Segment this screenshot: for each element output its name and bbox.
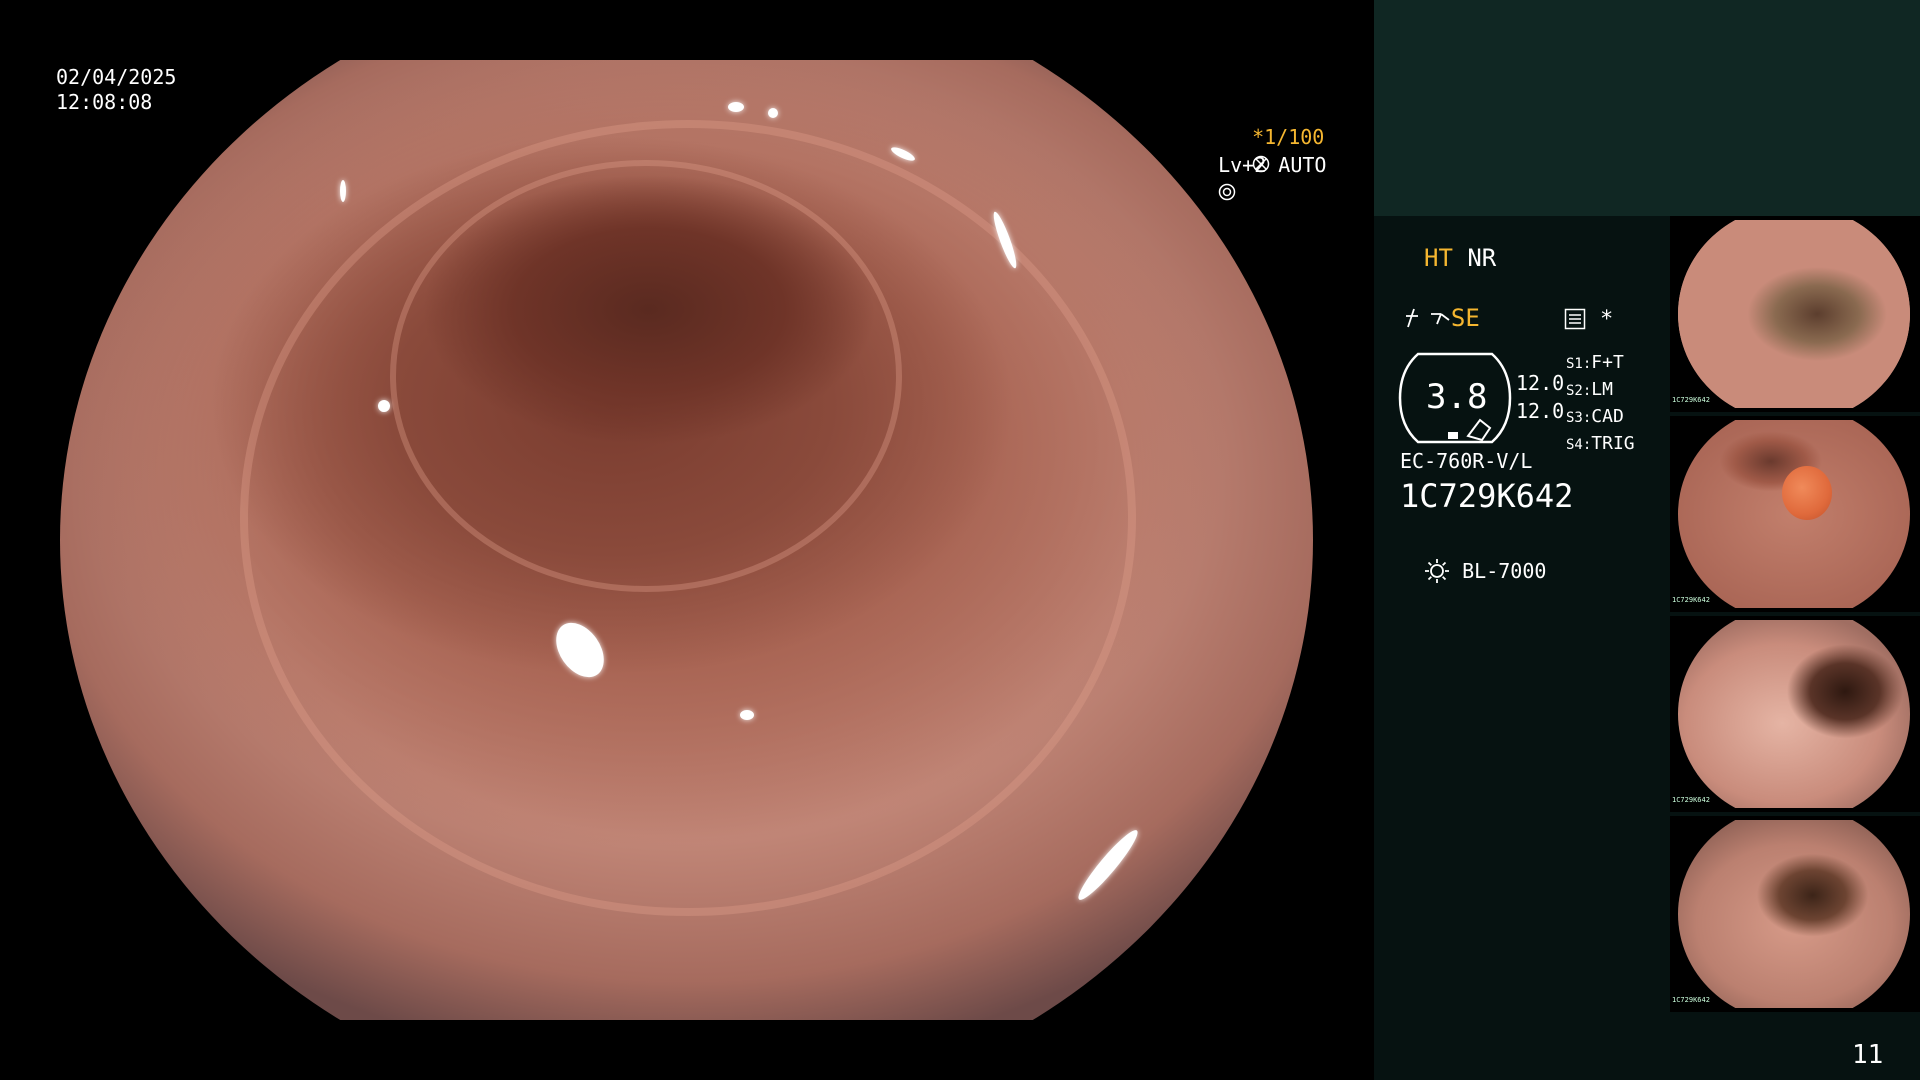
asterisk-mark: * <box>1600 307 1614 332</box>
switch-list: S1:F+T S2:LM S3:CAD S4:TRIG <box>1566 350 1635 458</box>
light-source: BL-7000 <box>1462 559 1547 583</box>
switch-value: F+T <box>1591 352 1624 373</box>
switch-key: S1: <box>1566 356 1592 372</box>
polyp <box>1782 466 1832 520</box>
nr-label: NR <box>1467 244 1497 272</box>
image-count: 11 <box>1852 1040 1884 1070</box>
setting-value-2: 12.0 <box>1516 399 1565 423</box>
switch-value: LM <box>1591 379 1613 400</box>
specular-highlight <box>889 144 917 164</box>
exam-date: 02/04/2025 <box>56 65 177 89</box>
thumbnail-image[interactable]: 1C729K642 <box>1670 616 1920 812</box>
thumbnail-serial: 1C729K642 <box>1672 796 1710 804</box>
ht-nr-row: HT NR <box>1424 243 1496 273</box>
thumbnail-view <box>1678 220 1910 408</box>
level-value: Lv+2 AUTO <box>1218 153 1327 177</box>
thumbnail-view <box>1678 820 1910 1008</box>
specular-highlight <box>1072 825 1144 905</box>
ht-label: HT <box>1424 244 1453 272</box>
scope-model: EC-760R-V/L <box>1400 449 1533 473</box>
light-source-row: BL-7000 <box>1400 532 1546 584</box>
se-label: SE <box>1450 304 1480 332</box>
thumbnail-image[interactable]: 1C729K642 <box>1670 216 1920 412</box>
color-icon <box>1406 308 1418 328</box>
lamp-icon <box>1425 559 1450 583</box>
exam-time: 12:08:08 <box>56 90 153 114</box>
specular-highlight <box>378 400 390 412</box>
specular-highlight <box>340 180 346 202</box>
specular-highlight <box>728 102 744 112</box>
thumbnail-view <box>1678 620 1910 808</box>
specular-highlight <box>740 710 754 720</box>
structure-icon <box>1430 313 1450 325</box>
scope-serial: 1C729K642 <box>1400 477 1574 515</box>
thumbnail-serial: 1C729K642 <box>1672 596 1710 604</box>
thumbnail-image[interactable]: 1C729K642 <box>1670 816 1920 1012</box>
setting-value-1: 12.0 <box>1516 371 1565 395</box>
side-panel-header <box>1374 0 1920 216</box>
dial-value: 3.8 <box>1426 377 1488 417</box>
switch-key: S2: <box>1566 383 1592 399</box>
menu-icon <box>1564 308 1586 330</box>
thumbnail-serial: 1C729K642 <box>1672 996 1710 1004</box>
thumbnail-view <box>1678 420 1910 608</box>
switch-value: CAD <box>1591 406 1624 427</box>
switch-key: S3: <box>1566 410 1592 426</box>
thumbnail-image[interactable]: 1C729K642 <box>1670 416 1920 612</box>
thumbnail-serial: 1C729K642 <box>1672 396 1710 404</box>
switch-value: TRIG <box>1591 433 1635 454</box>
endoscope-main-view <box>60 60 1313 1020</box>
specular-highlight <box>768 108 778 118</box>
auto-iris-icon <box>1218 183 1236 201</box>
brightness-level: Lv+2 AUTO <box>1194 126 1326 204</box>
switch-key: S4: <box>1566 437 1592 453</box>
